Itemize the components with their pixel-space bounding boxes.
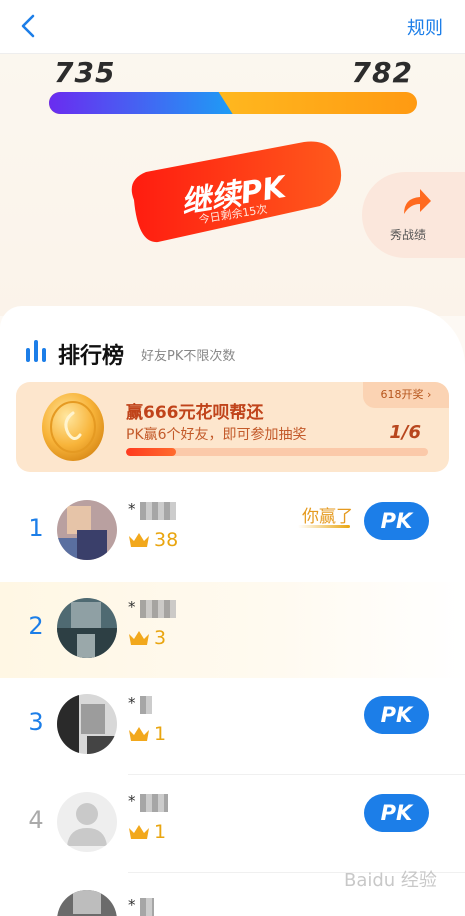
crown-icon — [129, 533, 149, 547]
draw-date-tag[interactable]: 618开奖 › — [363, 382, 449, 408]
coin-icon — [42, 393, 104, 461]
name-mosaic — [140, 696, 152, 714]
friend-name: * — [128, 792, 136, 810]
ranking-subtitle: 好友PK不限次数 — [141, 349, 236, 364]
avatar — [57, 500, 117, 560]
name-mosaic — [140, 600, 176, 618]
crown-count-value: 1 — [154, 821, 167, 843]
rank-row-1[interactable]: 1 * 38 你赢了 PK — [0, 484, 465, 580]
crown-count-value: 1 — [154, 723, 167, 745]
friend-name: * — [128, 598, 136, 616]
continue-pk-button[interactable]: 继续PK 今日剩余15次 — [124, 140, 342, 244]
you-won-underline — [298, 525, 350, 528]
rank-number: 3 — [28, 708, 44, 736]
crown-icon — [129, 825, 149, 839]
share-record-label: 秀战绩 — [389, 228, 426, 242]
avatar — [57, 598, 117, 658]
ranking-panel: 排行榜 好友PK不限次数 赢666元花呗帮还 PK赢6个好友，即可参加抽奖 1/… — [0, 306, 465, 916]
name-mosaic — [140, 502, 176, 520]
crown-count-value: 38 — [154, 529, 179, 551]
name-mosaic — [140, 794, 168, 812]
crown-icon — [129, 631, 149, 645]
default-avatar-icon — [57, 792, 117, 852]
score-comparison-bar — [49, 92, 417, 114]
reward-progress-bar — [126, 448, 428, 456]
friend-name: * — [128, 694, 136, 712]
ranking-bars-icon — [26, 340, 46, 362]
pk-button[interactable]: PK — [364, 696, 429, 734]
rank-row-3[interactable]: 3 * 1 PK — [0, 678, 465, 774]
reward-title: 赢666元花呗帮还 — [126, 403, 264, 423]
pk-button[interactable]: PK — [364, 794, 429, 832]
my-score: 735 — [54, 56, 116, 89]
chevron-right-icon: › — [427, 388, 432, 401]
you-won-label: 你赢了 — [302, 507, 353, 527]
opponent-score: 782 — [351, 56, 413, 89]
name-mosaic — [140, 898, 154, 916]
rank-row-4[interactable]: 4 * 1 PK — [0, 776, 465, 872]
baidu-watermark: Baidu 经验 — [344, 870, 437, 891]
share-arrow-icon — [404, 189, 431, 214]
top-nav-bar: 规则 — [0, 0, 465, 54]
crown-icon — [129, 727, 149, 741]
rules-link[interactable]: 规则 — [407, 14, 443, 40]
reward-progress-fraction: 1/6 — [389, 422, 421, 443]
draw-date-label: 618开奖 — [380, 388, 424, 401]
avatar — [57, 890, 117, 916]
friend-name: * — [128, 500, 136, 518]
crown-count-value: 3 — [154, 627, 167, 649]
rank-row-2-self: 2 * 3 — [0, 582, 465, 678]
ranking-title: 排行榜 — [58, 344, 125, 369]
rank-number: 1 — [28, 514, 44, 542]
reward-progress-fill — [126, 448, 177, 456]
avatar — [57, 694, 117, 754]
friend-name: * — [128, 896, 136, 914]
row-divider — [128, 774, 465, 775]
reward-card[interactable]: 赢666元花呗帮还 PK赢6个好友，即可参加抽奖 1/6 618开奖 › — [16, 382, 449, 472]
rank-number: 2 — [28, 612, 44, 640]
back-arrow-icon[interactable] — [14, 10, 44, 42]
pk-button[interactable]: PK — [364, 502, 429, 540]
share-record-button[interactable]: 秀战绩 — [362, 172, 465, 258]
reward-description: PK赢6个好友，即可参加抽奖 — [126, 427, 307, 443]
rank-number: 4 — [28, 806, 44, 834]
